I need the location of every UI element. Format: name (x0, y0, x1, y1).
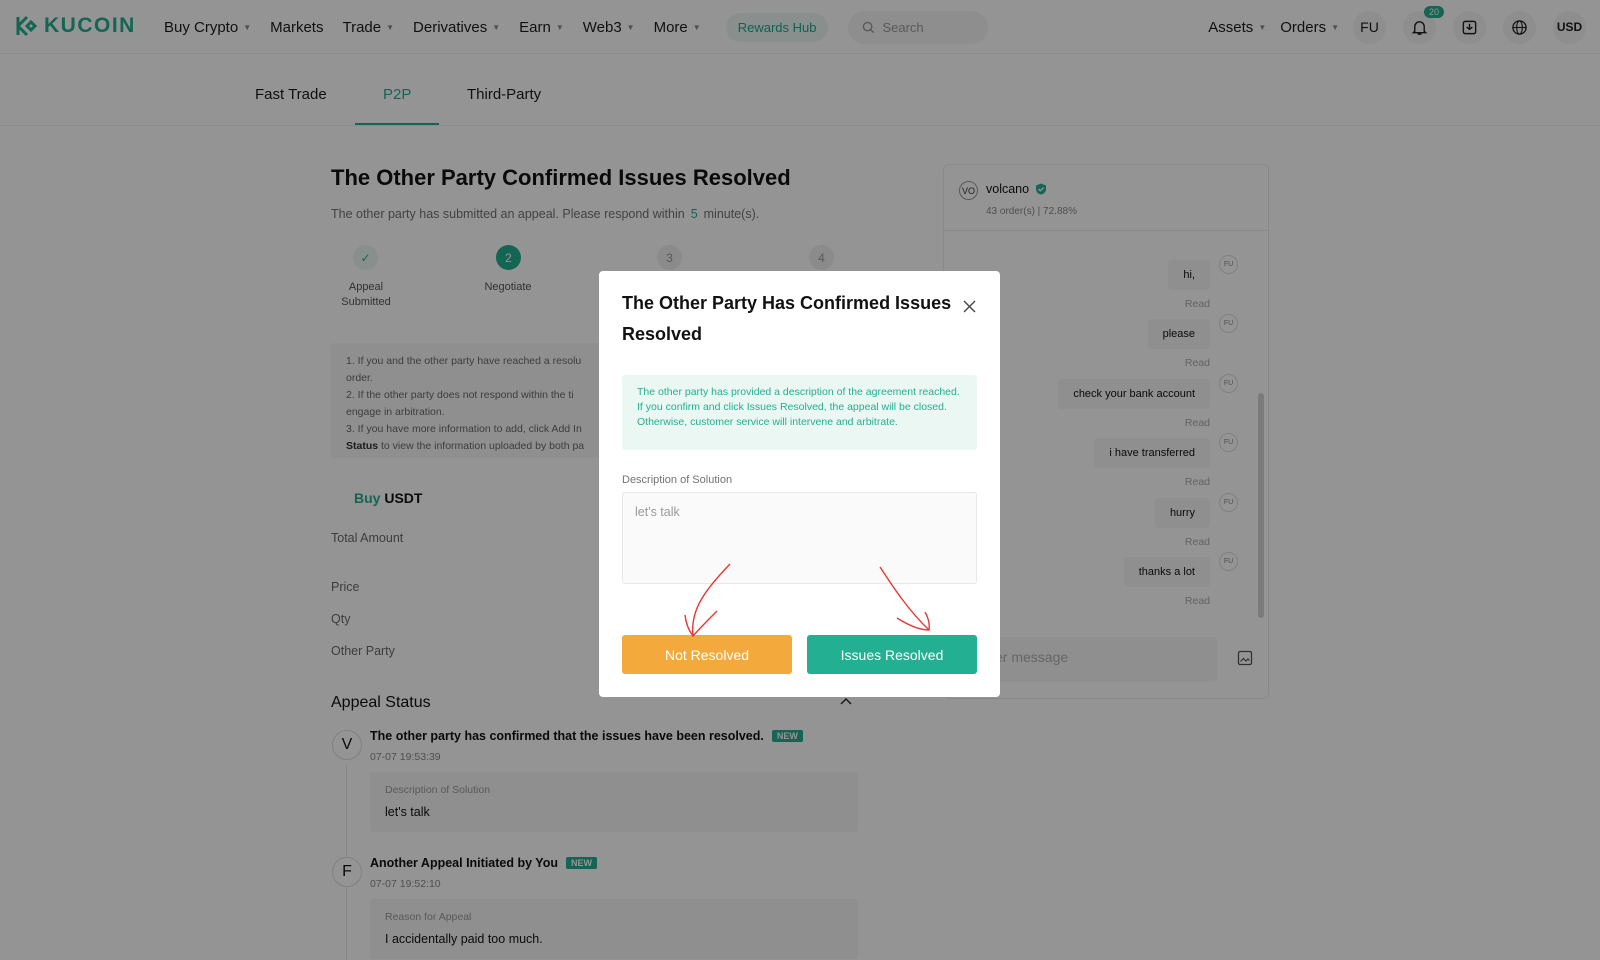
description-field[interactable]: let's talk (622, 492, 977, 584)
dialog-info-box: The other party has provided a descripti… (622, 375, 977, 450)
not-resolved-button[interactable]: Not Resolved (622, 635, 792, 674)
dialog-title: The Other Party Has Confirmed Issues Res… (622, 293, 952, 344)
confirm-resolved-dialog: The Other Party Has Confirmed Issues Res… (599, 271, 1000, 697)
issues-resolved-button[interactable]: Issues Resolved (807, 635, 977, 674)
description-label: Description of Solution (622, 474, 733, 486)
close-icon[interactable] (963, 300, 976, 313)
